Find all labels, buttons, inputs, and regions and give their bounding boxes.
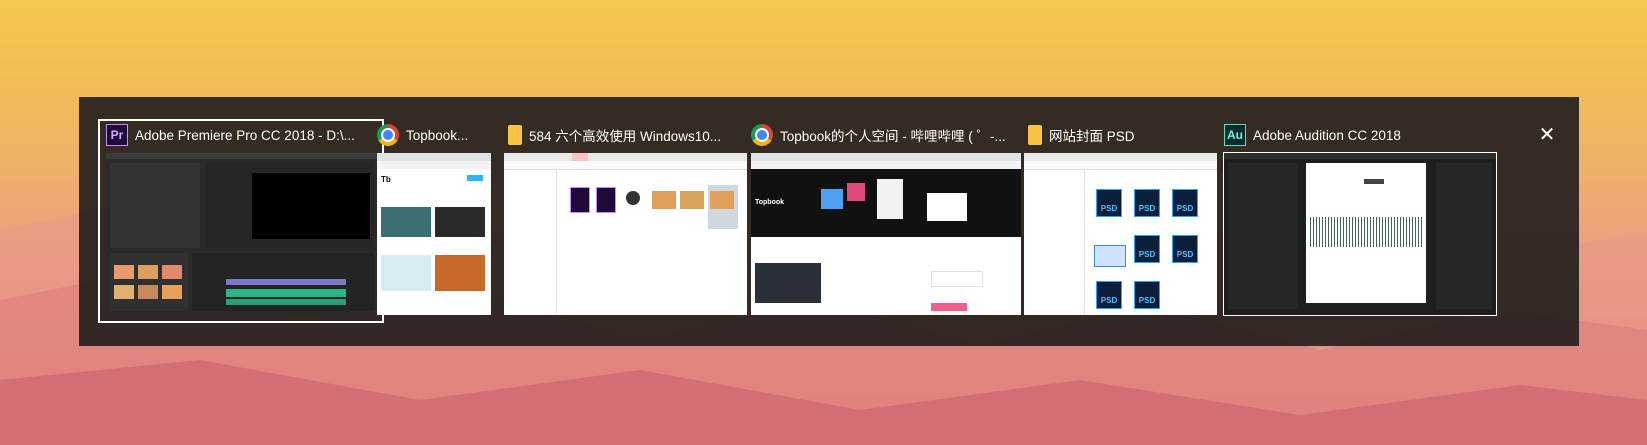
chrome-icon bbox=[377, 124, 399, 146]
chrome-icon bbox=[751, 124, 773, 146]
window-audition[interactable]: Au Adobe Audition CC 2018 bbox=[1218, 121, 1498, 321]
window-title: Adobe Premiere Pro CC 2018 - D:\... bbox=[135, 127, 355, 143]
premiere-pro-icon: Pr bbox=[106, 124, 128, 146]
window-thumbnail: Topbook bbox=[751, 153, 1021, 315]
window-explorer-584[interactable]: 584 六个高效使用 Windows10... bbox=[498, 121, 747, 321]
close-icon[interactable]: ✕ bbox=[1537, 125, 1557, 145]
folder-icon bbox=[1028, 125, 1042, 145]
psd-file-icon: PSD bbox=[1172, 189, 1198, 217]
window-thumbnail bbox=[106, 153, 378, 315]
window-premiere-pro[interactable]: Pr Adobe Premiere Pro CC 2018 - D:\... bbox=[98, 119, 384, 323]
window-title: Topbook... bbox=[406, 127, 469, 143]
window-chrome-bilibili[interactable]: Topbook的个人空间 - 哔哩哔哩 ( ゜-... Topbook bbox=[745, 121, 1021, 321]
psd-file-icon: PSD bbox=[1134, 281, 1160, 309]
window-title: 网站封面 PSD bbox=[1049, 129, 1135, 144]
psd-file-icon: PSD bbox=[1134, 189, 1160, 217]
bilibili-username: Topbook bbox=[755, 199, 785, 206]
window-thumbnail: PSD PSD PSD PSD PSD PSD PSD bbox=[1024, 153, 1217, 315]
window-thumbnail bbox=[504, 153, 747, 315]
window-thumbnail: Tb bbox=[377, 153, 491, 315]
window-chrome-topbook[interactable]: Topbook... Tb bbox=[371, 121, 491, 321]
audition-icon: Au bbox=[1224, 124, 1246, 146]
task-switcher: Pr Adobe Premiere Pro CC 2018 - D:\... T… bbox=[79, 97, 1579, 346]
psd-file-icon: PSD bbox=[1096, 189, 1122, 217]
window-title: 584 六个高效使用 Windows10... bbox=[529, 129, 722, 144]
folder-icon bbox=[508, 125, 522, 145]
psd-file-icon: PSD bbox=[1172, 235, 1198, 263]
window-explorer-psd[interactable]: 网站封面 PSD PSD PSD PSD PSD PSD PSD PSD bbox=[1018, 121, 1218, 321]
window-thumbnail bbox=[1223, 152, 1497, 316]
window-title: Adobe Audition CC 2018 bbox=[1253, 127, 1401, 143]
psd-file-icon: PSD bbox=[1096, 281, 1122, 309]
psd-file-icon: PSD bbox=[1134, 235, 1160, 263]
window-title: Topbook的个人空间 - 哔哩哔哩 ( ゜-... bbox=[780, 129, 1006, 144]
